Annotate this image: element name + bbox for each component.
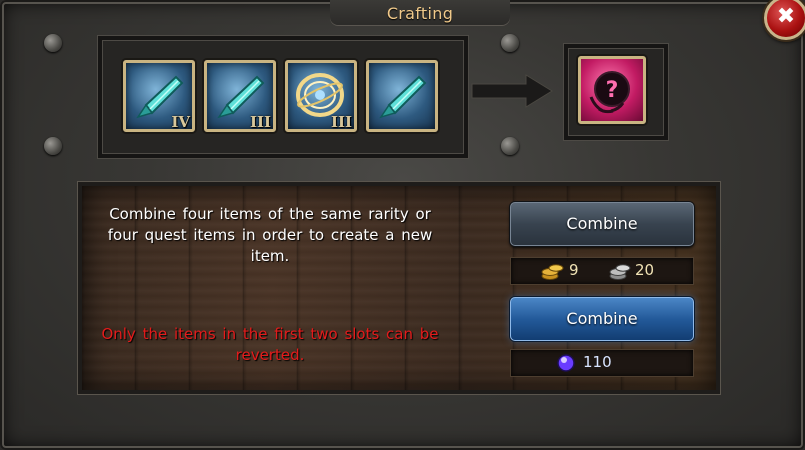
ingredient-slot-3[interactable]: III bbox=[285, 60, 357, 132]
arrow-right-icon bbox=[471, 74, 553, 108]
tier-label: IV bbox=[171, 113, 190, 131]
silver-coins-icon bbox=[609, 264, 631, 280]
gem-cost-row: 110 bbox=[510, 349, 694, 377]
spear-tip-icon bbox=[379, 75, 427, 119]
close-button[interactable]: ✖ bbox=[764, 0, 805, 40]
mystery-item-icon: ? bbox=[589, 71, 630, 114]
gold-cost-value: 9 bbox=[569, 261, 579, 279]
bolt-decoration bbox=[44, 34, 62, 52]
result-slot[interactable]: ? bbox=[578, 56, 646, 124]
gem-cost-value: 110 bbox=[583, 353, 612, 371]
window-title: Crafting bbox=[386, 4, 454, 23]
combine-description: Combine four items of the same rarity or… bbox=[107, 205, 433, 265]
svg-text:?: ? bbox=[606, 78, 619, 103]
tier-label: III bbox=[249, 113, 271, 131]
ingredient-slot-2[interactable]: III bbox=[204, 60, 276, 132]
revert-warning: Only the items in the first two slots ca… bbox=[101, 325, 439, 364]
combine-gem-button[interactable]: Combine bbox=[510, 297, 694, 341]
purple-gem-icon bbox=[557, 354, 575, 372]
bolt-decoration bbox=[44, 137, 62, 155]
gold-coins-icon bbox=[541, 264, 564, 280]
combine-gold-button[interactable]: Combine bbox=[510, 202, 694, 246]
gold-cost-row: 9 20 bbox=[510, 257, 694, 285]
bolt-decoration bbox=[501, 137, 519, 155]
tier-label: III bbox=[330, 113, 352, 131]
silver-cost-value: 20 bbox=[635, 261, 655, 279]
ingredient-slot-4[interactable] bbox=[366, 60, 438, 132]
bolt-decoration bbox=[501, 34, 519, 52]
ingredient-slot-1[interactable]: IV bbox=[123, 60, 195, 132]
